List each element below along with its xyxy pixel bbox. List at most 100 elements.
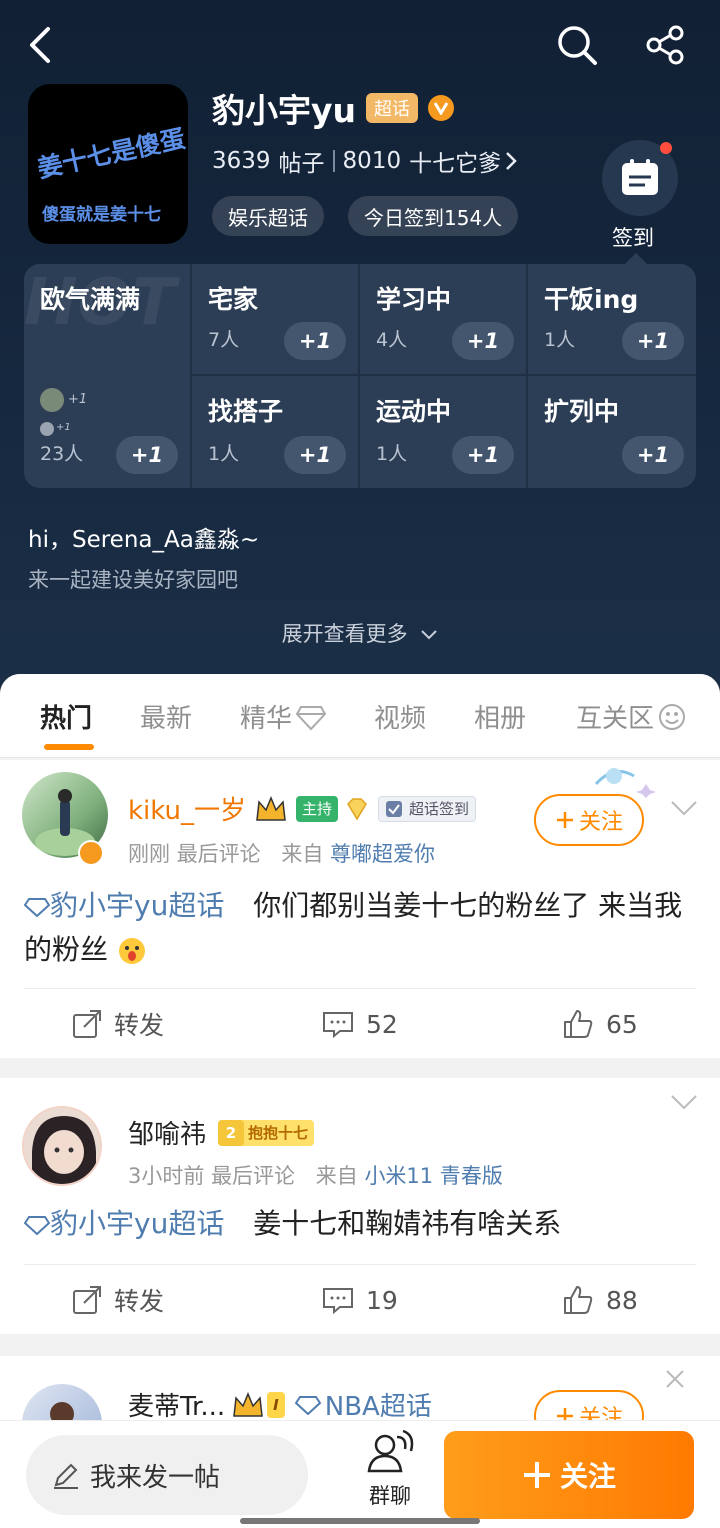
diamond-topic-icon xyxy=(23,1216,51,1236)
group-chat-button[interactable]: 群聊 xyxy=(352,1429,428,1510)
topic-avatar[interactable]: 姜十七是傻蛋 傻蛋就是姜十七 xyxy=(28,84,188,244)
tab-hot[interactable]: 热门 xyxy=(40,698,92,735)
plus-one-button[interactable]: +1 xyxy=(284,322,346,360)
status-cell[interactable]: 扩列中 +1 xyxy=(528,376,696,488)
last-comment-label: 最后评论 xyxy=(176,842,261,866)
like-button[interactable]: 65 xyxy=(562,989,638,1059)
author-name: 邹喻祎 xyxy=(128,1120,207,1150)
post-body: 姜十七和鞠婧祎有啥关系 xyxy=(253,1207,562,1240)
tab-featured[interactable]: 精华 xyxy=(240,698,327,735)
host-tag: 主持 xyxy=(296,795,339,822)
post-time: 刚刚 xyxy=(128,842,170,866)
follow-button[interactable]: 关注 xyxy=(534,794,644,846)
page-title: 豹小宇yu xyxy=(212,91,357,130)
avatar-text-line: 傻蛋就是姜十七 xyxy=(42,205,161,225)
status-cell-count: 1人 xyxy=(208,443,240,465)
fans-count[interactable]: 8010 xyxy=(343,148,402,174)
level-badge: 2 xyxy=(218,1119,245,1146)
expand-more-button[interactable]: 展开查看更多 xyxy=(0,618,720,648)
status-grid: HOT 欧气满满 +1 +1 23人 +1 宅家 7人 +1 学习中 4人 +1… xyxy=(24,264,696,488)
like-button[interactable]: 88 xyxy=(562,1265,638,1335)
compose-button[interactable]: 我来发一帖 xyxy=(26,1435,308,1515)
comment-icon xyxy=(323,1288,353,1314)
close-icon[interactable] xyxy=(664,1368,686,1390)
verified-badge-icon xyxy=(428,95,455,121)
status-cell-count: 4人 xyxy=(376,329,408,351)
post-actions: 转发 19 88 xyxy=(24,1264,696,1334)
tab-video[interactable]: 视频 xyxy=(374,698,426,735)
greeting-subtext: 来一起建设美好家园吧 xyxy=(28,568,238,592)
comment-button[interactable]: 19 xyxy=(322,1265,398,1335)
from-label: 来自 xyxy=(315,1164,358,1188)
plus-one-button[interactable]: +1 xyxy=(116,436,178,474)
plus-one-button[interactable]: +1 xyxy=(622,322,684,360)
topic-link[interactable]: 豹小宇yu超话 xyxy=(23,1207,225,1240)
status-cell[interactable]: 运动中 1人 +1 xyxy=(360,376,528,488)
post-source[interactable]: 小米11 青春版 xyxy=(364,1164,502,1188)
check-box-icon xyxy=(386,800,403,817)
user-avatar[interactable] xyxy=(22,1106,102,1186)
share-icon[interactable] xyxy=(642,22,688,68)
tab-mutual-follow[interactable]: 互关区 xyxy=(576,698,686,735)
pencil-icon xyxy=(54,1463,78,1489)
plus-one-button[interactable]: +1 xyxy=(452,436,514,474)
tab-latest[interactable]: 最新 xyxy=(140,698,192,735)
plus-one-button[interactable]: +1 xyxy=(622,436,684,474)
repost-button[interactable]: 转发 xyxy=(72,989,164,1059)
status-cell[interactable]: 宅家 7人 +1 xyxy=(192,264,360,376)
author-name: 麦蒂Tr... xyxy=(128,1392,226,1422)
post-text[interactable]: 豹小宇yu超话 姜十七和鞠婧祎有啥关系 xyxy=(23,1202,696,1246)
chevron-down-icon[interactable] xyxy=(670,800,698,816)
like-count: 88 xyxy=(606,1285,638,1315)
post-author[interactable]: 麦蒂Tr... I NBA超话 xyxy=(128,1386,432,1423)
crown-icon xyxy=(256,795,286,821)
status-cell[interactable]: 找搭子 1人 +1 xyxy=(192,376,360,488)
status-cell[interactable]: 学习中 4人 +1 xyxy=(360,264,528,376)
fans-label[interactable]: 十七它爹 xyxy=(409,144,501,178)
status-cell-count: 23人 xyxy=(40,443,84,465)
category-pill[interactable]: 娱乐超话 xyxy=(212,196,324,236)
repost-button[interactable]: 转发 xyxy=(72,1265,164,1335)
checkin-button[interactable] xyxy=(602,140,678,216)
expand-more-label: 展开查看更多 xyxy=(281,622,408,646)
post-text[interactable]: 豹小宇yu超话 你们都别当姜十七的粉丝了 来当我的粉丝 xyxy=(23,884,696,972)
post-card[interactable]: 邹喻祎 2 抱抱十七 3小时前 最后评论 来自 小米11 青春版 豹小宇yu超话… xyxy=(0,1078,720,1334)
calendar-icon xyxy=(622,159,658,195)
plus-one-button[interactable]: +1 xyxy=(284,436,346,474)
comment-icon xyxy=(323,1012,353,1038)
tab-album[interactable]: 相册 xyxy=(474,698,526,735)
comment-button[interactable]: 52 xyxy=(322,989,398,1059)
follow-topic-button[interactable]: 关注 xyxy=(444,1431,694,1519)
greeting-text: hi，Serena_Aa鑫淼~ xyxy=(28,527,260,553)
chevron-right-icon[interactable] xyxy=(505,151,517,171)
gem-badge-icon xyxy=(347,797,367,820)
crown-icon xyxy=(233,1391,264,1417)
status-cell-big[interactable]: HOT 欧气满满 +1 +1 23人 +1 xyxy=(24,264,192,488)
chevron-down-icon[interactable] xyxy=(670,1094,698,1110)
checkin-count-pill[interactable]: 今日签到154人 xyxy=(348,196,519,236)
plus-icon xyxy=(556,812,573,828)
search-icon[interactable] xyxy=(554,22,600,68)
compose-label: 我来发一帖 xyxy=(90,1462,221,1493)
back-icon[interactable] xyxy=(16,22,62,68)
status-cell-title: 干饭ing xyxy=(544,285,639,314)
topic-link[interactable]: 豹小宇yu超话 xyxy=(23,889,224,922)
topic-name[interactable]: NBA超话 xyxy=(325,1386,432,1423)
plus-one-button[interactable]: +1 xyxy=(452,322,514,360)
topic-stats: 3639 帖子 8010 十七它爹 xyxy=(212,144,517,178)
post-source[interactable]: 尊嘟超爱你 xyxy=(330,842,435,866)
chevron-down-icon xyxy=(421,630,438,640)
mini-plus: +1 xyxy=(68,392,88,407)
repost-label: 转发 xyxy=(114,1011,165,1040)
status-cell-title: 运动中 xyxy=(376,397,452,426)
post-meta: 刚刚 最后评论 来自 尊嘟超爱你 xyxy=(128,838,435,868)
emoji-icon xyxy=(118,938,145,964)
thumbs-up-icon xyxy=(564,1286,593,1314)
post-author[interactable]: kiku_一岁 主持 超话签到 xyxy=(128,790,477,827)
post-card[interactable]: kiku_一岁 主持 超话签到 刚刚 最后评论 来自 尊嘟超爱你 关注 豹小宇y… xyxy=(0,760,720,1058)
checkin-label[interactable]: 签到 xyxy=(612,222,654,252)
follow-label: 关注 xyxy=(578,810,623,835)
topic-name: 豹小宇yu超话 xyxy=(50,1207,225,1240)
post-author[interactable]: 邹喻祎 2 抱抱十七 xyxy=(128,1114,315,1151)
status-cell[interactable]: 干饭ing 1人 +1 xyxy=(528,264,696,376)
